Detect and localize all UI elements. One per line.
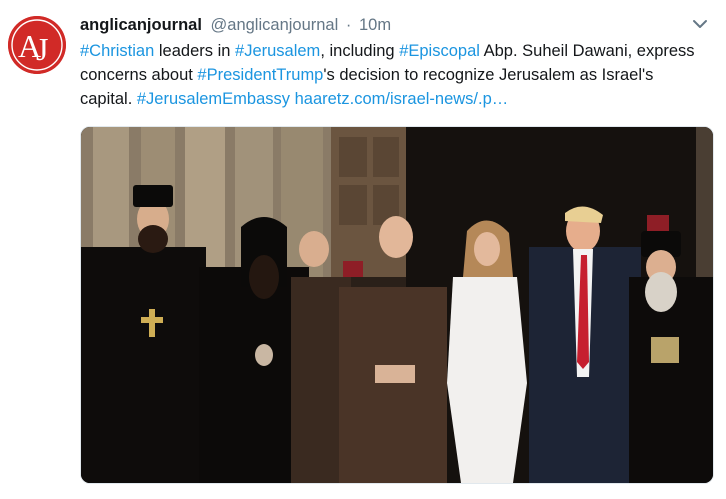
group-photo-image	[81, 127, 713, 483]
timestamp[interactable]: 10m	[359, 16, 391, 34]
user-handle[interactable]: @anglicanjournal	[211, 16, 339, 34]
separator-dot: ·	[345, 16, 352, 34]
tweet-text-segment: leaders in	[154, 42, 236, 60]
article-link[interactable]: haaretz.com/israel-news/.p…	[295, 90, 509, 108]
tweet-text: #Christian leaders in #Jerusalem, includ…	[80, 39, 710, 111]
tweet-header: anglicanjournal @anglicanjournal · 10m	[80, 14, 391, 36]
hashtag-jerusalem[interactable]: #Jerusalem	[235, 42, 320, 60]
hashtag-jerusalem-embassy[interactable]: #JerusalemEmbassy	[137, 90, 290, 108]
avatar[interactable]: A J	[8, 16, 66, 74]
chevron-down-icon[interactable]	[690, 14, 710, 34]
tweet-text-segment: , including	[320, 42, 400, 60]
anglican-journal-logo: A J	[8, 16, 66, 74]
tweet-card[interactable]: A J anglicanjournal @anglicanjournal · 1…	[0, 0, 726, 499]
hashtag-president-trump[interactable]: #PresidentTrump	[197, 66, 323, 84]
svg-text:J: J	[36, 31, 48, 67]
tweet-photo[interactable]	[80, 126, 714, 484]
hashtag-episcopal[interactable]: #Episcopal	[399, 42, 480, 60]
display-name[interactable]: anglicanjournal	[80, 16, 202, 34]
hashtag-christian[interactable]: #Christian	[80, 42, 154, 60]
